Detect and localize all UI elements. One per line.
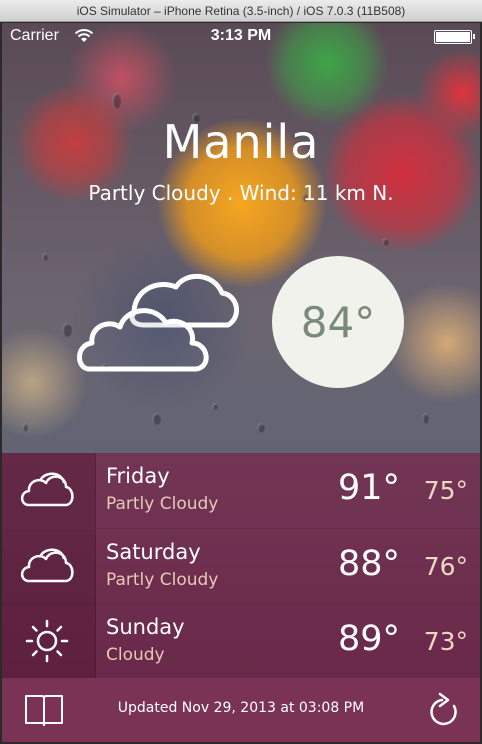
weather-summary: Partly Cloudy . Wind: 11 km N. <box>88 181 394 205</box>
cloud-icon <box>20 472 74 507</box>
forecast-row-saturday[interactable]: Saturday Partly Cloudy 88° 76° <box>2 528 480 604</box>
forecast-list: Friday Partly Cloudy 91° 75° Saturday Pa… <box>2 453 480 679</box>
forecast-day: Saturday <box>106 540 201 564</box>
forecast-high: 89° <box>337 619 400 659</box>
phone-screen: Carrier 3:13 PM Manila Partly Cloudy . W… <box>2 23 480 742</box>
forecast-icon-cell <box>2 529 96 604</box>
partly-cloudy-icon <box>77 273 239 372</box>
forecast-high: 88° <box>337 544 400 584</box>
sun-icon <box>25 619 69 663</box>
simulator-title-bar: iOS Simulator – iPhone Retina (3.5-inch)… <box>0 0 482 22</box>
forecast-icon-cell <box>2 453 96 528</box>
forecast-high: 91° <box>337 468 400 508</box>
forecast-row-sunday[interactable]: Sunday Cloudy 89° 73° <box>2 603 480 679</box>
current-temperature: 84° <box>272 256 404 388</box>
forecast-low: 73° <box>423 627 468 656</box>
forecast-low: 76° <box>423 552 468 581</box>
cloud-icon <box>20 548 74 583</box>
forecast-condition: Cloudy <box>106 645 165 665</box>
forecast-condition: Partly Cloudy <box>106 494 219 514</box>
forecast-day: Friday <box>106 464 170 488</box>
forecast-condition: Partly Cloudy <box>106 570 219 590</box>
refresh-icon[interactable] <box>428 692 462 728</box>
forecast-icon-cell <box>2 604 96 679</box>
forecast-low: 75° <box>423 476 468 505</box>
status-bar: Carrier 3:13 PM <box>2 23 480 51</box>
forecast-row-friday[interactable]: Friday Partly Cloudy 91° 75° <box>2 453 480 528</box>
last-updated-label: Updated Nov 29, 2013 at 03:08 PM <box>117 700 365 716</box>
forecast-day: Sunday <box>106 615 185 639</box>
battery-icon <box>434 30 475 44</box>
city-name: Manila <box>162 115 320 169</box>
simulator-title: iOS Simulator – iPhone Retina (3.5-inch)… <box>76 4 406 18</box>
bottom-toolbar: Updated Nov 29, 2013 at 03:08 PM <box>2 678 480 742</box>
current-temperature-value: 84° <box>300 297 376 347</box>
status-time: 3:13 PM <box>210 27 272 44</box>
